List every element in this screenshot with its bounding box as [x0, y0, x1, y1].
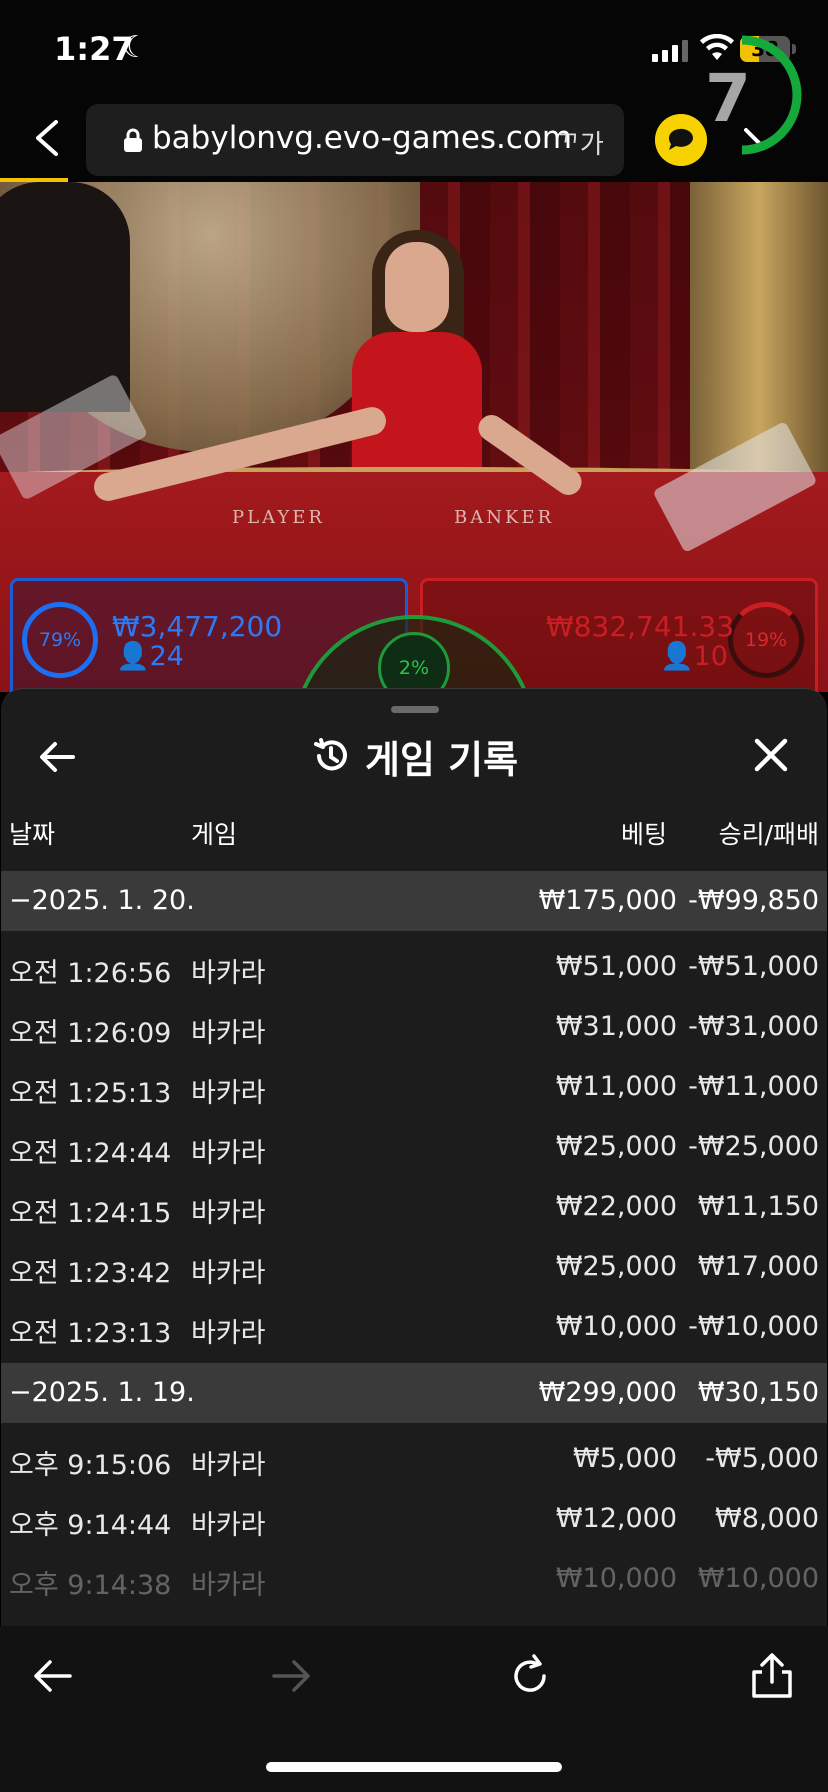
history-row[interactable]: 오전 1:23:13 바카라 ₩10,000 -₩10,000 — [1, 1297, 827, 1357]
row-time: 오후 9:14:44 — [9, 1510, 172, 1541]
history-title: 게임 기록 — [365, 737, 519, 782]
history-row[interactable]: 오전 1:26:09 바카라 ₩31,000 -₩31,000 — [1, 997, 827, 1057]
share-icon[interactable] — [748, 1652, 796, 1700]
row-bet: ₩25,000 — [555, 1251, 677, 1282]
row-bet: ₩51,000 — [555, 951, 677, 982]
row-bet: ₩10,000 — [555, 1563, 677, 1594]
banker-percent: 19% — [744, 629, 788, 651]
banker-percent-ring: 19% — [728, 602, 804, 678]
row-time: 오전 1:24:44 — [9, 1138, 172, 1169]
row-game: 바카라 — [191, 1570, 266, 1601]
row-game: 바카라 — [191, 1138, 266, 1169]
person-icon: 👤 — [660, 641, 694, 672]
history-row[interactable]: 오전 1:26:56 바카라 ₩51,000 -₩51,000 — [1, 937, 827, 997]
row-result: -₩31,000 — [688, 1011, 819, 1042]
sheet-title: 게임 기록 — [311, 731, 519, 782]
sheet-drag-handle[interactable] — [391, 706, 439, 713]
row-time: 오전 1:26:56 — [9, 958, 172, 989]
person-icon: 👤 — [116, 641, 150, 672]
history-row[interactable]: 오후 9:14:44 바카라 ₩12,000 ₩8,000 — [1, 1489, 827, 1549]
close-icon[interactable] — [753, 737, 789, 773]
nav-forward-icon[interactable] — [268, 1652, 316, 1700]
row-game: 바카라 — [191, 1318, 266, 1349]
row-time: 오후 9:15:06 — [9, 1450, 172, 1481]
url-text: babylonvg.evo-games.com — [152, 120, 573, 156]
row-game: 바카라 — [191, 1018, 266, 1049]
lock-icon — [124, 128, 142, 152]
row-game: 바카라 — [191, 1258, 266, 1289]
dealer-head — [385, 242, 449, 332]
row-result: -₩51,000 — [688, 951, 819, 982]
history-icon — [314, 738, 347, 771]
row-game: 바카라 — [191, 1450, 266, 1481]
nav-back-icon[interactable] — [28, 1652, 76, 1700]
table-label-player: PLAYER — [232, 507, 325, 528]
history-row[interactable]: 오전 1:23:42 바카라 ₩25,000 ₩17,000 — [1, 1237, 827, 1297]
history-column-headers: 날짜 게임 베팅 승리/패배 — [1, 807, 827, 857]
banker-bet-amount: ₩832,741.33 — [546, 610, 735, 643]
column-date: 날짜 — [9, 820, 56, 849]
row-bet: ₩22,000 — [555, 1191, 677, 1222]
history-row[interactable]: 오전 1:24:15 바카라 ₩22,000 ₩11,150 — [1, 1177, 827, 1237]
row-result: ₩11,150 — [697, 1191, 819, 1222]
column-bet: 베팅 — [620, 820, 667, 849]
row-time: 오전 1:24:15 — [9, 1198, 172, 1229]
row-time: 오전 1:23:42 — [9, 1258, 172, 1289]
group-bet-total: ₩175,000 — [538, 885, 677, 916]
player-percent: 79% — [38, 629, 82, 651]
history-list: −2025. 1. 20. ₩175,000 -₩99,850 오전 1:26:… — [1, 871, 827, 1609]
row-bet: ₩25,000 — [555, 1131, 677, 1162]
group-date: −2025. 1. 19. — [9, 1377, 195, 1408]
history-row[interactable]: 오전 1:25:13 바카라 ₩11,000 -₩11,000 — [1, 1057, 827, 1117]
row-bet: ₩11,000 — [555, 1071, 677, 1102]
column-game: 게임 — [191, 820, 238, 849]
history-date-group[interactable]: −2025. 1. 19. ₩299,000 ₩30,150 — [1, 1363, 827, 1423]
countdown-timer: 7 — [705, 60, 751, 137]
row-game: 바카라 — [191, 1078, 266, 1109]
row-time: 오전 1:23:13 — [9, 1318, 172, 1349]
group-date: −2025. 1. 20. — [9, 885, 195, 916]
row-game: 바카라 — [191, 1510, 266, 1541]
back-arrow-icon[interactable] — [37, 739, 77, 775]
table-label-banker: BANKER — [454, 507, 555, 528]
group-result-total: -₩99,850 — [688, 885, 819, 916]
history-date-group[interactable]: −2025. 1. 20. ₩175,000 -₩99,850 — [1, 871, 827, 931]
row-result: -₩10,000 — [688, 1311, 819, 1342]
column-result: 승리/패배 — [718, 820, 819, 849]
player-percent-ring: 79% — [22, 602, 98, 678]
row-time: 오후 9:14:38 — [9, 1570, 172, 1601]
row-time: 오전 1:26:09 — [9, 1018, 172, 1049]
player-bettor-count: 👤24 — [116, 641, 184, 672]
banker-bettor-count: 👤10 — [660, 641, 728, 672]
row-game: 바카라 — [191, 958, 266, 989]
game-history-sheet: 게임 기록 날짜 게임 베팅 승리/패배 −2025. 1. 20. ₩175,… — [1, 688, 827, 1628]
player-bet-amount: ₩3,477,200 — [112, 610, 283, 643]
history-row[interactable]: 오후 9:14:38 바카라 ₩10,000 ₩10,000 — [1, 1549, 827, 1609]
row-result: -₩11,000 — [688, 1071, 819, 1102]
row-game: 바카라 — [191, 1198, 266, 1229]
reload-icon[interactable] — [506, 1652, 554, 1700]
row-result: ₩10,000 — [697, 1563, 819, 1594]
history-row[interactable]: 오후 9:15:06 바카라 ₩5,000 -₩5,000 — [1, 1429, 827, 1489]
row-bet: ₩10,000 — [555, 1311, 677, 1342]
text-size-button[interactable]: ᄁ가 — [556, 124, 604, 161]
row-time: 오전 1:25:13 — [9, 1078, 172, 1109]
row-result: -₩5,000 — [705, 1443, 819, 1474]
history-row[interactable]: 오전 1:24:44 바카라 ₩25,000 -₩25,000 — [1, 1117, 827, 1177]
row-bet: ₩31,000 — [555, 1011, 677, 1042]
group-bet-total: ₩299,000 — [538, 1377, 677, 1408]
group-result-total: ₩30,150 — [697, 1377, 819, 1408]
row-result: ₩17,000 — [697, 1251, 819, 1282]
row-bet: ₩12,000 — [555, 1503, 677, 1534]
moon-icon: ☾ — [122, 30, 149, 65]
back-chevron-icon[interactable] — [28, 116, 68, 160]
row-bet: ₩5,000 — [573, 1443, 677, 1474]
row-result: -₩25,000 — [688, 1131, 819, 1162]
address-bar[interactable]: babylonvg.evo-games.com ᄁ가 — [86, 104, 624, 176]
row-result: ₩8,000 — [715, 1503, 819, 1534]
home-indicator[interactable] — [266, 1762, 562, 1772]
